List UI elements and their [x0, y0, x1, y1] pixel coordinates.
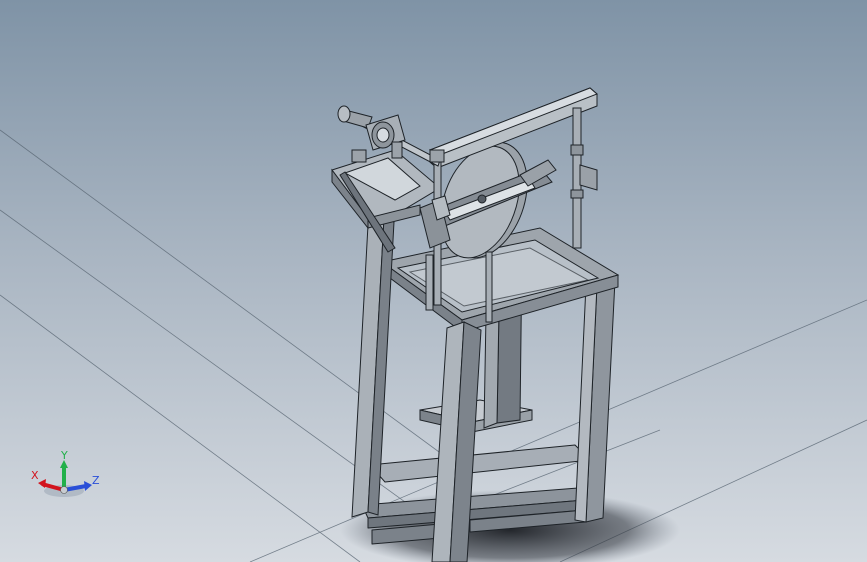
head-frame [331, 149, 441, 253]
y-axis-label: Y [60, 449, 68, 462]
x-axis-label: X [31, 469, 39, 482]
model-scene[interactable] [0, 0, 867, 562]
triad-origin [60, 486, 68, 494]
x-axis-head [38, 479, 46, 488]
z-axis-label: Z [92, 474, 100, 487]
graphics-viewport[interactable]: X Y Z [0, 0, 867, 562]
side-bracket [419, 195, 451, 249]
z-axis-head [84, 481, 92, 491]
coordinate-triad: X Y Z [31, 449, 100, 497]
back-right-post [574, 279, 616, 523]
